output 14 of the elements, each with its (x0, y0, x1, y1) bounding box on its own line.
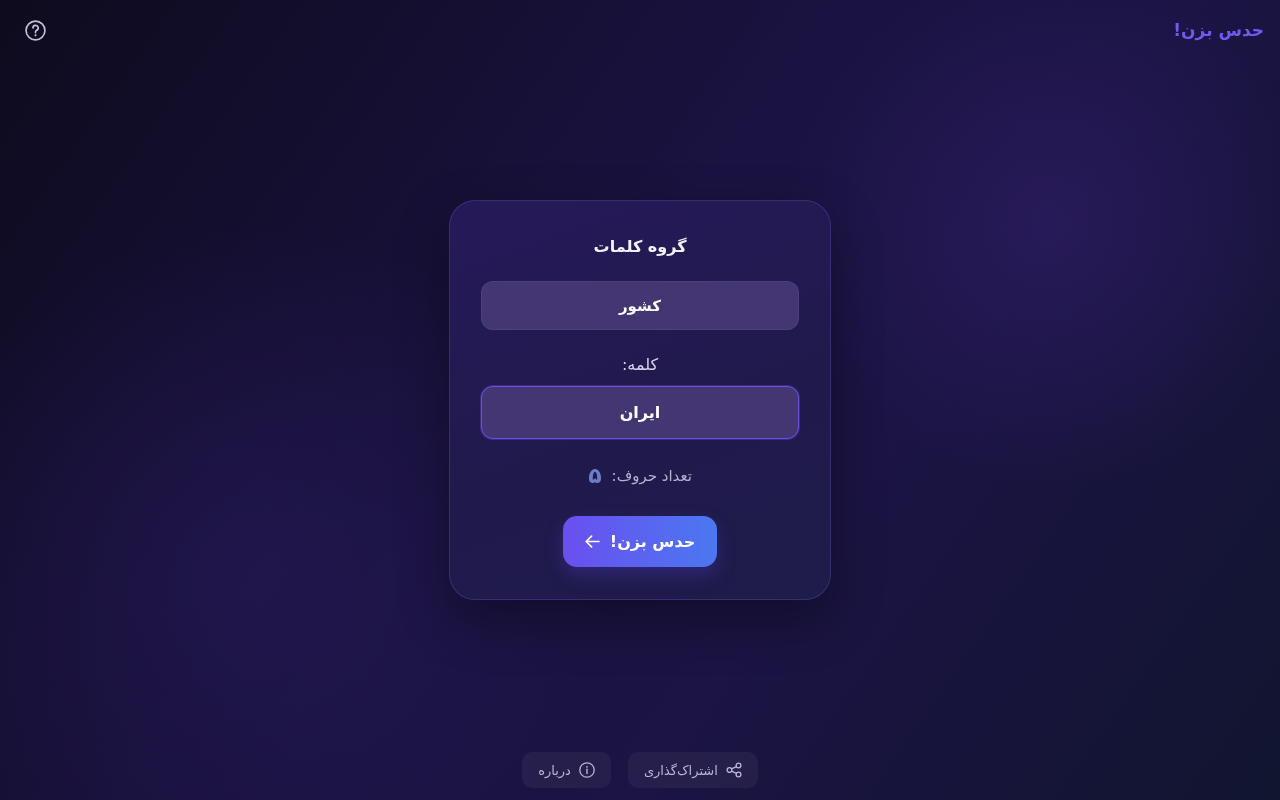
about-button[interactable]: درباره (522, 752, 611, 788)
info-icon (578, 762, 595, 778)
guess-button[interactable]: حدس بزن! (563, 515, 717, 567)
help-icon[interactable] (25, 20, 46, 41)
letter-count-label: تعداد حروف: (611, 466, 692, 485)
word-input[interactable]: ایران (481, 386, 799, 439)
card-title: گروه کلمات (593, 236, 687, 258)
share-button[interactable]: اشتراک‌گذاری (627, 752, 758, 788)
letter-count-value: ۵ (588, 463, 602, 488)
logo-text: حدس بزن! (1173, 19, 1264, 42)
word-label: کلمه: (621, 354, 659, 377)
category-field[interactable]: کشور (481, 281, 799, 331)
share-icon (725, 762, 742, 778)
arrow-left-icon (584, 534, 600, 548)
